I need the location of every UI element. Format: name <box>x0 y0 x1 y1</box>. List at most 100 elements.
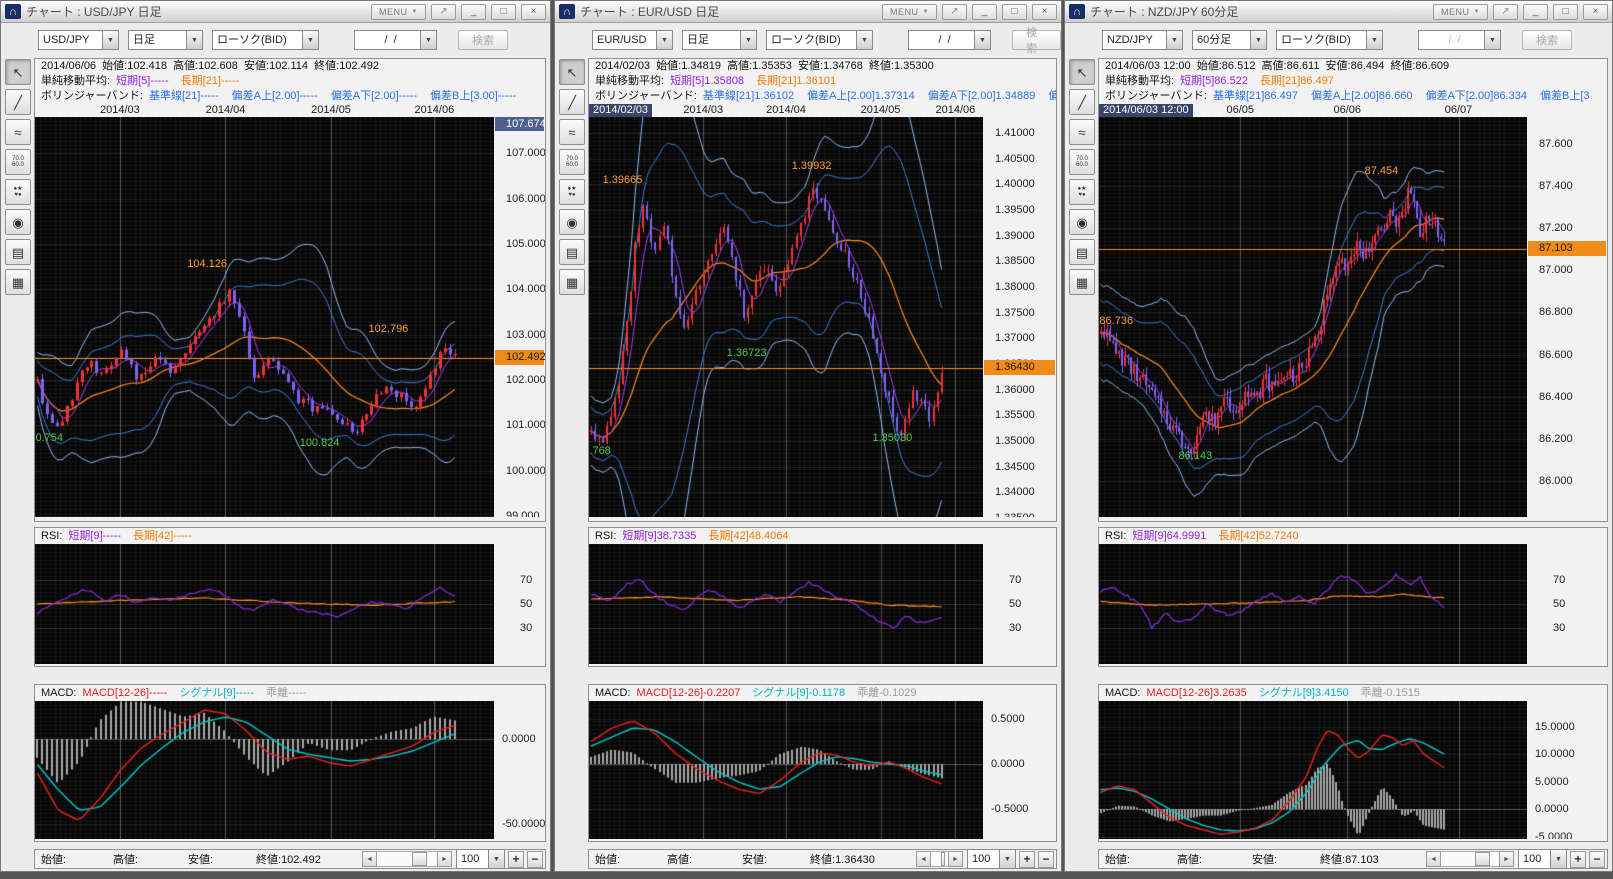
scroll-right-icon[interactable]: ► <box>948 851 963 867</box>
close-button[interactable]: × <box>1032 4 1057 20</box>
timeframe-select[interactable]: 日足▼ <box>682 30 757 50</box>
indicator-tool-button[interactable]: ≈ <box>1069 119 1095 145</box>
indicator-tool-button[interactable]: ≈ <box>5 119 31 145</box>
date-input[interactable]: / /▼ <box>908 30 991 50</box>
bars-count-select[interactable]: 100▼ <box>456 849 505 869</box>
pair-select[interactable]: EUR/USD▼ <box>592 30 673 50</box>
charttype-select[interactable]: ローソク(BID)▼ <box>212 30 319 50</box>
date-input[interactable]: / /▼ <box>354 30 437 50</box>
chevron-down-icon[interactable]: ▼ <box>1166 30 1183 50</box>
popout-button[interactable]: ↗ <box>1493 4 1518 20</box>
symbols-tool-button[interactable]: ●★ ♥● <box>5 179 31 205</box>
minimize-button[interactable]: _ <box>1523 4 1548 20</box>
visibility-tool-button[interactable]: ◉ <box>1069 209 1095 235</box>
scroll-right-icon[interactable]: ► <box>1499 851 1514 867</box>
export-tool-button[interactable]: ▦ <box>5 269 31 295</box>
chevron-down-icon[interactable]: ▼ <box>1550 849 1567 869</box>
price-chart[interactable] <box>1099 117 1527 517</box>
close-button[interactable]: × <box>1583 4 1608 20</box>
cursor-tool-button[interactable]: ↖ <box>1069 59 1095 85</box>
price-chart[interactable] <box>589 117 983 517</box>
rsi-chart[interactable] <box>35 544 494 664</box>
chevron-down-icon[interactable]: ▼ <box>974 30 991 50</box>
timeframe-select[interactable]: 日足▼ <box>128 30 203 50</box>
chevron-down-icon[interactable]: ▼ <box>420 30 437 50</box>
minimize-button[interactable]: _ <box>461 4 486 20</box>
chevron-down-icon[interactable]: ▼ <box>102 30 119 50</box>
macd-chart[interactable] <box>35 701 494 839</box>
symbols-tool-button[interactable]: ●★ ♥● <box>1069 179 1095 205</box>
scroll-left-icon[interactable]: ◄ <box>362 851 377 867</box>
zoom-out-button[interactable]: − <box>527 851 543 868</box>
maximize-button[interactable]: □ <box>491 4 516 20</box>
draw-tool-button[interactable]: ╱ <box>5 89 31 115</box>
rsi-chart[interactable] <box>589 544 983 664</box>
cursor-tool-button[interactable]: ↖ <box>5 59 31 85</box>
macd-chart[interactable] <box>1099 701 1527 839</box>
charttype-select[interactable]: ローソク(BID)▼ <box>766 30 873 50</box>
chevron-down-icon[interactable]: ▼ <box>488 849 505 869</box>
menu-button[interactable]: MENU▼ <box>1433 4 1488 20</box>
scale-tool-button[interactable]: 70.0 60.0 <box>559 149 585 175</box>
cursor-tool-button[interactable]: ↖ <box>559 59 585 85</box>
scale-tool-button[interactable]: 70.0 60.0 <box>1069 149 1095 175</box>
chevron-down-icon[interactable]: ▼ <box>740 30 757 50</box>
scroll-left-icon[interactable]: ◄ <box>916 851 931 867</box>
chevron-down-icon[interactable]: ▼ <box>1250 30 1267 50</box>
pair-select[interactable]: NZD/JPY▼ <box>1102 30 1183 50</box>
symbols-tool-button[interactable]: ●★ ♥● <box>559 179 585 205</box>
zoom-in-button[interactable]: + <box>1570 851 1586 868</box>
visibility-tool-button[interactable]: ◉ <box>5 209 31 235</box>
scroll-right-icon[interactable]: ► <box>437 851 452 867</box>
scrollbar-track[interactable] <box>1441 851 1499 867</box>
popout-button[interactable]: ↗ <box>431 4 456 20</box>
scrollbar-thumb[interactable] <box>941 852 945 866</box>
print-tool-button[interactable]: ▤ <box>1069 239 1095 265</box>
scrollbar-thumb[interactable] <box>412 852 428 866</box>
visibility-tool-button[interactable]: ◉ <box>559 209 585 235</box>
horizontal-scrollbar[interactable]: ◄ ► <box>362 851 452 867</box>
zoom-out-button[interactable]: − <box>1038 851 1054 868</box>
draw-tool-button[interactable]: ╱ <box>1069 89 1095 115</box>
close-button[interactable]: × <box>521 4 546 20</box>
menu-button[interactable]: MENU▼ <box>882 4 937 20</box>
chevron-down-icon[interactable]: ▼ <box>856 30 873 50</box>
search-button[interactable]: 検索 <box>1012 30 1061 50</box>
macd-chart[interactable] <box>589 701 983 839</box>
date-input[interactable]: / /▼ <box>1418 30 1501 50</box>
horizontal-scrollbar[interactable]: ◄ ► <box>916 851 963 867</box>
timeframe-select[interactable]: 60分足▼ <box>1192 30 1267 50</box>
price-chart[interactable] <box>35 117 494 517</box>
pair-select[interactable]: USD/JPY▼ <box>38 30 119 50</box>
scale-tool-button[interactable]: 70.0 60.0 <box>5 149 31 175</box>
draw-tool-button[interactable]: ╱ <box>559 89 585 115</box>
bars-count-select[interactable]: 100▼ <box>1518 849 1567 869</box>
rsi-chart[interactable] <box>1099 544 1527 664</box>
minimize-button[interactable]: _ <box>972 4 997 20</box>
indicator-tool-button[interactable]: ≈ <box>559 119 585 145</box>
scrollbar-track[interactable] <box>377 851 437 867</box>
scroll-left-icon[interactable]: ◄ <box>1426 851 1441 867</box>
charttype-select[interactable]: ローソク(BID)▼ <box>1276 30 1383 50</box>
maximize-button[interactable]: □ <box>1002 4 1027 20</box>
chevron-down-icon[interactable]: ▼ <box>302 30 319 50</box>
search-button[interactable]: 検索 <box>1522 30 1572 50</box>
zoom-in-button[interactable]: + <box>508 851 524 868</box>
menu-button[interactable]: MENU▼ <box>371 4 426 20</box>
zoom-out-button[interactable]: − <box>1589 851 1605 868</box>
scrollbar-thumb[interactable] <box>1475 852 1490 866</box>
bars-count-select[interactable]: 100▼ <box>967 849 1016 869</box>
search-button[interactable]: 検索 <box>458 30 508 50</box>
chevron-down-icon[interactable]: ▼ <box>186 30 203 50</box>
horizontal-scrollbar[interactable]: ◄ ► <box>1426 851 1514 867</box>
maximize-button[interactable]: □ <box>1553 4 1578 20</box>
print-tool-button[interactable]: ▤ <box>559 239 585 265</box>
chevron-down-icon[interactable]: ▼ <box>1484 30 1501 50</box>
popout-button[interactable]: ↗ <box>942 4 967 20</box>
zoom-in-button[interactable]: + <box>1019 851 1035 868</box>
print-tool-button[interactable]: ▤ <box>5 239 31 265</box>
export-tool-button[interactable]: ▦ <box>1069 269 1095 295</box>
chevron-down-icon[interactable]: ▼ <box>656 30 673 50</box>
export-tool-button[interactable]: ▦ <box>559 269 585 295</box>
chevron-down-icon[interactable]: ▼ <box>999 849 1016 869</box>
